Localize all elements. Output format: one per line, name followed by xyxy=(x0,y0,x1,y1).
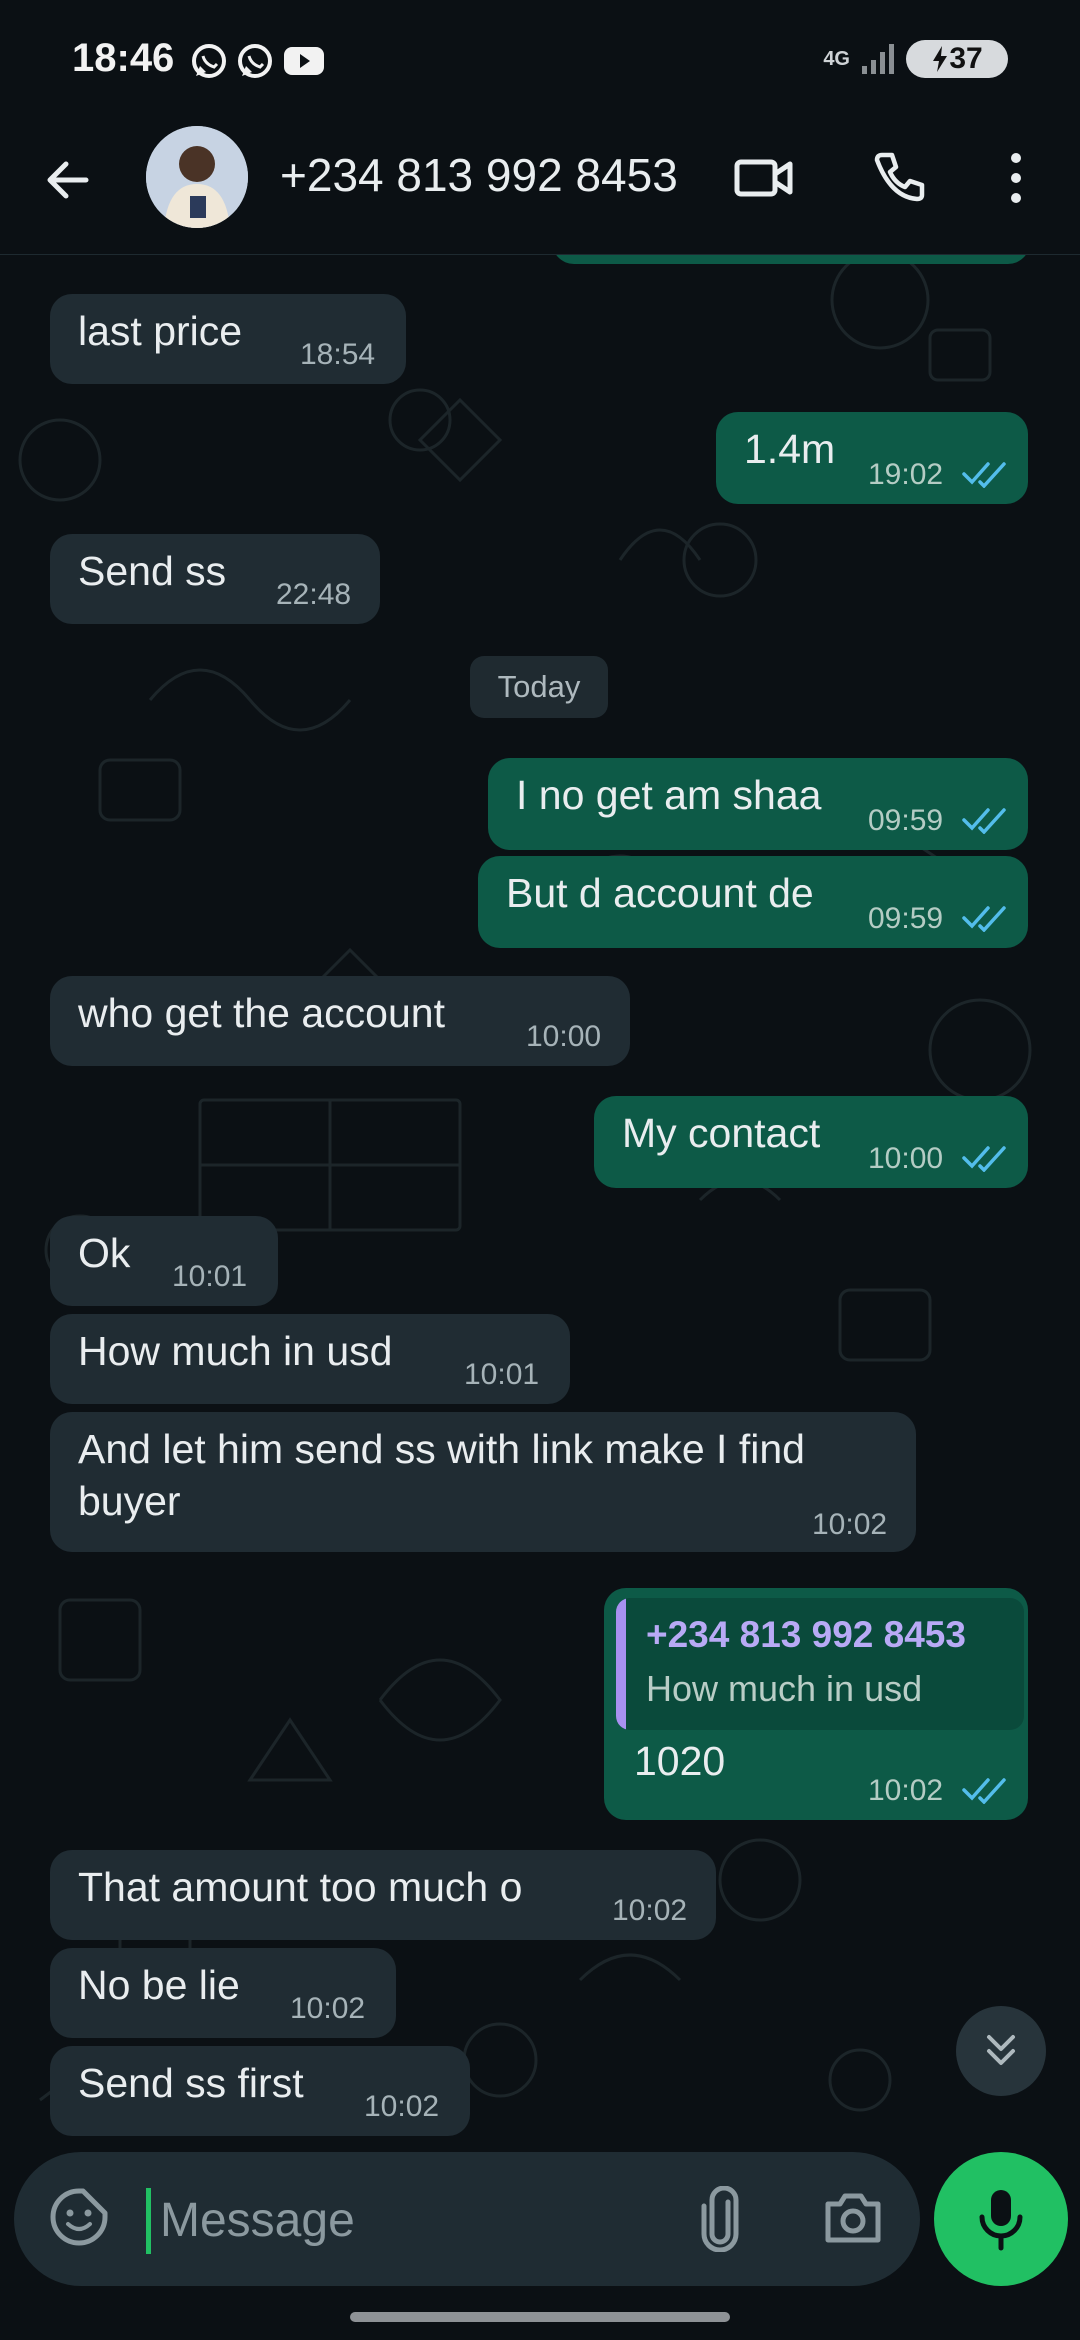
battery-level: 37 xyxy=(949,42,983,75)
avatar[interactable] xyxy=(146,126,248,228)
read-ticks-icon xyxy=(962,462,1006,488)
message-text: Send ss xyxy=(78,548,227,594)
message-text: My contact xyxy=(622,1110,821,1156)
message-bubble-in[interactable]: How much in usd 10:01 xyxy=(50,1314,570,1404)
message-bubble-in[interactable]: last price 18:54 xyxy=(50,294,406,384)
message-bubble-out[interactable]: I no get am shaa 09:59 xyxy=(488,758,1028,850)
message-text: But d account de xyxy=(506,870,814,916)
battery-charging-icon xyxy=(933,46,948,72)
message-bubble-out[interactable] xyxy=(552,254,1030,264)
read-ticks-icon xyxy=(962,906,1006,932)
message-bubble-in[interactable]: Ok 10:01 xyxy=(50,1216,278,1306)
contact-name[interactable]: +234 813 992 8453 xyxy=(280,148,678,202)
message-bubble-in[interactable]: No be lie 10:02 xyxy=(50,1948,396,2038)
status-time: 18:46 xyxy=(72,36,175,80)
gesture-nav-bar[interactable] xyxy=(350,2312,730,2322)
message-time: 22:48 xyxy=(276,578,352,611)
chat-header: +234 813 992 8453 xyxy=(0,124,1080,255)
message-bubble-in[interactable]: who get the account 10:00 xyxy=(50,976,630,1066)
message-composer xyxy=(14,2152,920,2286)
message-text: Ok xyxy=(78,1230,131,1276)
avatar-photo xyxy=(146,126,248,228)
message-time: 19:02 xyxy=(868,458,944,491)
quote-author: +234 813 992 8453 xyxy=(646,1614,966,1655)
camera-icon[interactable] xyxy=(822,2190,884,2246)
whatsapp-icon xyxy=(238,44,272,78)
message-bubble-out-reply[interactable]: +234 813 992 8453 How much in usd 1020 1… xyxy=(604,1588,1028,1820)
message-time: 10:01 xyxy=(172,1260,248,1293)
message-text: That amount too much o xyxy=(78,1864,523,1910)
message-bubble-in[interactable]: Send ss first 10:02 xyxy=(50,2046,470,2136)
message-text-line: buyer xyxy=(78,1478,181,1524)
message-time: 09:59 xyxy=(868,902,944,935)
signal-icon xyxy=(862,44,894,74)
message-bubble-in[interactable]: Send ss 22:48 xyxy=(50,534,380,624)
message-bubble-out[interactable]: My contact 10:00 xyxy=(594,1096,1028,1188)
back-arrow-icon[interactable] xyxy=(42,154,94,206)
message-text: who get the account xyxy=(78,990,445,1036)
message-text: I no get am shaa xyxy=(516,772,822,818)
message-bubble-in[interactable]: That amount too much o 10:02 xyxy=(50,1850,716,1940)
message-time: 10:01 xyxy=(464,1358,540,1391)
message-text: No be lie xyxy=(78,1962,240,2008)
date-separator: Today xyxy=(470,656,608,718)
message-text: Send ss first xyxy=(78,2060,304,2106)
sticker-icon[interactable] xyxy=(48,2186,110,2248)
voice-call-icon[interactable] xyxy=(870,150,926,206)
whatsapp-icon xyxy=(192,44,226,78)
network-type: 4G xyxy=(823,48,850,70)
message-time: 10:00 xyxy=(868,1142,944,1175)
message-text: 1.4m xyxy=(744,426,836,472)
read-ticks-icon xyxy=(962,1778,1006,1804)
double-chevron-down-icon xyxy=(987,2035,1015,2065)
message-bubble-out[interactable]: But d account de 09:59 xyxy=(478,856,1028,948)
message-text: How much in usd xyxy=(78,1328,393,1374)
message-time: 10:02 xyxy=(812,1508,888,1541)
message-input[interactable] xyxy=(158,2180,682,2260)
message-text-line: And let him send ss with link make I fin… xyxy=(78,1426,805,1472)
message-time: 09:59 xyxy=(868,804,944,837)
message-time: 18:54 xyxy=(300,338,376,371)
message-text: last price xyxy=(78,308,243,354)
message-text: 1020 xyxy=(634,1738,726,1784)
notification-icons xyxy=(190,42,326,80)
message-time: 10:02 xyxy=(290,1992,366,2025)
read-ticks-icon xyxy=(962,1146,1006,1172)
video-call-icon[interactable] xyxy=(734,154,794,202)
message-time: 10:02 xyxy=(364,2090,440,2123)
battery-indicator: 37 xyxy=(906,40,1008,78)
status-bar: 18:46 4G 37 xyxy=(0,0,1080,124)
message-time: 10:02 xyxy=(612,1894,688,1927)
attach-icon[interactable] xyxy=(694,2186,746,2252)
message-time: 10:02 xyxy=(868,1774,944,1807)
quoted-message[interactable]: +234 813 992 8453 How much in usd xyxy=(616,1598,1024,1730)
message-bubble-in[interactable]: And let him send ss with link make I fin… xyxy=(50,1412,916,1552)
read-ticks-icon xyxy=(962,808,1006,834)
text-cursor xyxy=(146,2188,151,2254)
message-time: 10:00 xyxy=(526,1020,602,1053)
quote-bar xyxy=(616,1598,626,1730)
more-vert-icon[interactable] xyxy=(1004,148,1028,208)
system-icons: 4G 37 xyxy=(823,40,1008,78)
quote-text: How much in usd xyxy=(646,1668,923,1709)
youtube-icon xyxy=(284,47,324,75)
message-list[interactable]: last price 18:54 1.4m 19:02 Send ss 22:4… xyxy=(0,254,1080,2144)
scroll-to-bottom-button[interactable] xyxy=(956,2006,1046,2096)
mic-icon xyxy=(979,2190,1023,2251)
message-bubble-out[interactable]: 1.4m 19:02 xyxy=(716,412,1028,504)
voice-message-button[interactable] xyxy=(934,2152,1068,2286)
